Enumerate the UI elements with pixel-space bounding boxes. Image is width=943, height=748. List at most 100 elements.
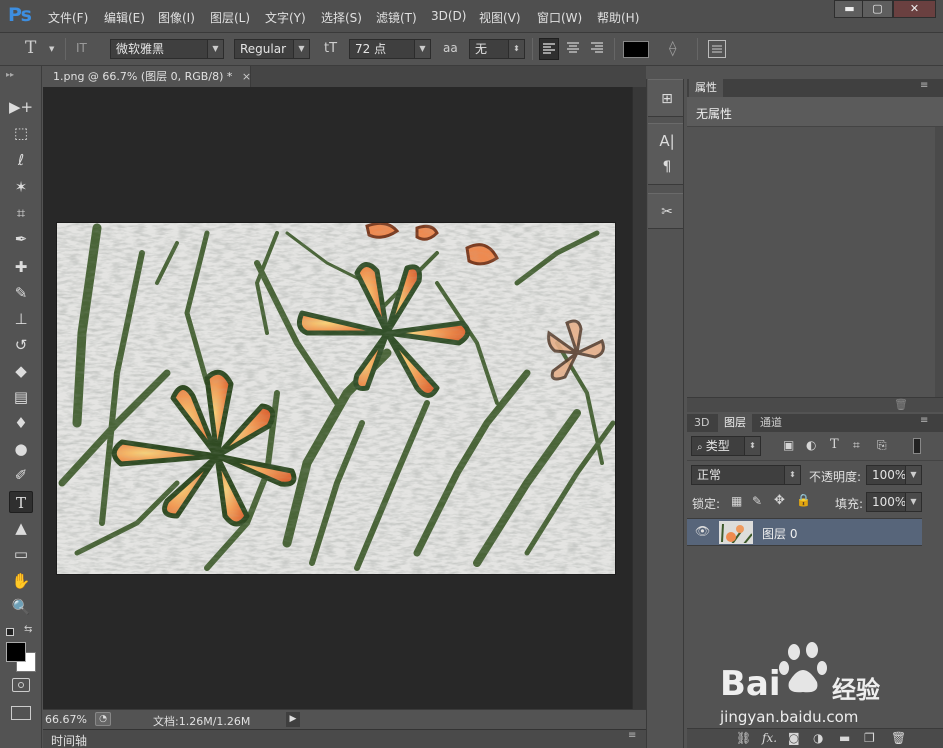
- antialias-select[interactable]: 无 ⬍: [469, 39, 525, 59]
- status-menu-arrow-icon[interactable]: ▶: [286, 712, 300, 727]
- foreground-color-swatch[interactable]: [6, 642, 26, 662]
- tab-properties[interactable]: 属性: [689, 79, 723, 97]
- align-center-button[interactable]: [564, 38, 584, 60]
- status-share-icon[interactable]: ◔: [95, 712, 111, 726]
- tool-presets-icon[interactable]: ✂: [655, 201, 679, 223]
- minimize-button[interactable]: ▬: [834, 0, 865, 18]
- menu-layer[interactable]: 图层(L): [210, 9, 250, 26]
- pen-tool[interactable]: ✐: [9, 464, 33, 486]
- document-tab[interactable]: 1.png @ 66.7% (图层 0, RGB/8) * ×: [43, 66, 251, 87]
- lock-image-icon[interactable]: ✎: [752, 494, 762, 508]
- layer-filter-select[interactable]: ⌕ 类型 ⬍: [691, 436, 761, 456]
- filter-toggle-switch[interactable]: [913, 438, 921, 454]
- menu-file[interactable]: 文件(F): [48, 9, 88, 26]
- tab-3d[interactable]: 3D: [688, 414, 715, 432]
- hand-tool[interactable]: ✋: [9, 570, 33, 592]
- restore-button[interactable]: ▢: [862, 0, 893, 18]
- blur-tool[interactable]: ♦: [9, 412, 33, 434]
- menu-select[interactable]: 选择(S): [321, 9, 362, 26]
- filter-adjustment-icon[interactable]: ◐: [806, 438, 816, 452]
- fx-icon[interactable]: fx.: [762, 731, 777, 745]
- default-colors-icon[interactable]: [6, 628, 14, 636]
- zoom-tool[interactable]: 🔍: [9, 596, 33, 618]
- zoom-level[interactable]: 66.67%: [45, 713, 87, 726]
- font-style-select[interactable]: Regular ▼: [234, 39, 310, 59]
- menu-image[interactable]: 图像(I): [158, 9, 195, 26]
- brush-tool[interactable]: ✎: [9, 282, 33, 304]
- filter-pixel-icon[interactable]: ▣: [783, 438, 794, 452]
- character-panel-toggle-icon[interactable]: [708, 40, 726, 58]
- link-layers-icon[interactable]: ⛓: [736, 731, 751, 745]
- healing-brush-tool[interactable]: ✚: [9, 256, 33, 278]
- move-tool[interactable]: ▶+: [9, 96, 33, 118]
- delete-layer-icon[interactable]: 🗑: [891, 731, 906, 745]
- collapse-toolbox-icon[interactable]: ▸▸: [6, 70, 14, 79]
- lock-transparent-icon[interactable]: ▦: [731, 494, 742, 508]
- quick-mask-icon[interactable]: [12, 678, 30, 692]
- eyedropper-tool[interactable]: ✒: [9, 228, 33, 250]
- text-orientation-icon[interactable]: IT: [76, 41, 87, 55]
- font-family-select[interactable]: 微软雅黑 ▼: [110, 39, 224, 59]
- timeline-menu-icon[interactable]: ≡: [628, 730, 636, 741]
- properties-scrollbar[interactable]: [935, 127, 943, 397]
- close-button[interactable]: ✕: [893, 0, 936, 18]
- preset-chevron-icon[interactable]: ▼: [49, 45, 54, 53]
- filter-smart-object-icon[interactable]: ⎘: [877, 438, 887, 453]
- tab-close-icon[interactable]: ×: [242, 70, 251, 83]
- path-selection-tool[interactable]: ▲: [9, 517, 33, 539]
- filter-type-icon[interactable]: T: [830, 437, 839, 452]
- layer-row[interactable]: 👁 图层 0: [687, 518, 922, 546]
- magic-wand-tool[interactable]: ✶: [9, 176, 33, 198]
- add-mask-icon[interactable]: ◙: [788, 731, 800, 745]
- paragraph-icon[interactable]: ¶: [655, 156, 679, 178]
- warp-text-icon[interactable]: ⟠: [669, 39, 676, 57]
- font-size-select[interactable]: 72 点 ▼: [349, 39, 431, 59]
- blend-mode-select[interactable]: 正常 ⬍: [691, 465, 801, 485]
- opacity-input[interactable]: 100% ▼: [866, 465, 922, 485]
- gradient-tool[interactable]: ▤: [9, 386, 33, 408]
- menu-type[interactable]: 文字(Y): [265, 9, 306, 26]
- timeline-panel-tab[interactable]: 时间轴 ≡: [43, 729, 646, 748]
- document-image[interactable]: [57, 221, 616, 574]
- properties-menu-icon[interactable]: ≡: [920, 80, 928, 91]
- dodge-tool[interactable]: ●: [9, 438, 33, 460]
- history-brush-tool[interactable]: ↺: [9, 334, 33, 356]
- crop-tool[interactable]: ⌗: [9, 202, 33, 224]
- dock-group-history: ⊞: [648, 79, 683, 117]
- screen-mode-icon[interactable]: [11, 706, 31, 720]
- history-icon[interactable]: ⊞: [655, 88, 679, 110]
- fill-input[interactable]: 100% ▼: [866, 492, 922, 512]
- menu-filter[interactable]: 滤镜(T): [376, 9, 417, 26]
- stamp-tool[interactable]: ⊥: [9, 308, 33, 330]
- new-layer-icon[interactable]: ❐: [864, 731, 875, 745]
- timeline-label: 时间轴: [51, 734, 88, 748]
- align-right-button[interactable]: [588, 38, 608, 60]
- character-icon[interactable]: A|: [655, 130, 679, 152]
- type-tool-preset-icon[interactable]: T: [25, 38, 36, 58]
- new-group-icon[interactable]: ▬: [839, 731, 850, 745]
- lock-all-icon[interactable]: 🔒: [796, 493, 811, 507]
- marquee-tool[interactable]: ⬚: [9, 122, 33, 144]
- menu-view[interactable]: 视图(V): [479, 9, 521, 26]
- tab-layers[interactable]: 图层: [718, 414, 752, 432]
- trash-icon[interactable]: 🗑: [894, 398, 908, 411]
- menu-help[interactable]: 帮助(H): [597, 9, 639, 26]
- lasso-tool[interactable]: ℓ: [9, 149, 33, 171]
- menu-3d[interactable]: 3D(D): [431, 9, 466, 23]
- tab-channels[interactable]: 通道: [754, 414, 788, 432]
- menu-window[interactable]: 窗口(W): [537, 9, 582, 26]
- menu-edit[interactable]: 编辑(E): [104, 9, 145, 26]
- adjustment-layer-icon[interactable]: ◑: [813, 731, 823, 745]
- filter-shape-icon[interactable]: ⌗: [853, 438, 860, 453]
- shape-tool[interactable]: ▭: [9, 543, 33, 565]
- type-tool[interactable]: T: [9, 491, 33, 513]
- eraser-tool[interactable]: ◆: [9, 360, 33, 382]
- eye-icon[interactable]: 👁: [695, 524, 710, 538]
- swap-colors-icon[interactable]: ⇆: [24, 624, 32, 635]
- canvas-vertical-scrollbar[interactable]: [632, 87, 646, 709]
- lock-position-icon[interactable]: ✥: [774, 493, 785, 508]
- align-left-button[interactable]: [539, 38, 559, 60]
- layers-menu-icon[interactable]: ≡: [920, 415, 928, 426]
- options-bar: T ▼ IT 微软雅黑 ▼ Regular ▼ tT 72 点 ▼ aa 无 ⬍ ⟠: [0, 33, 943, 66]
- text-color-swatch[interactable]: [623, 41, 649, 58]
